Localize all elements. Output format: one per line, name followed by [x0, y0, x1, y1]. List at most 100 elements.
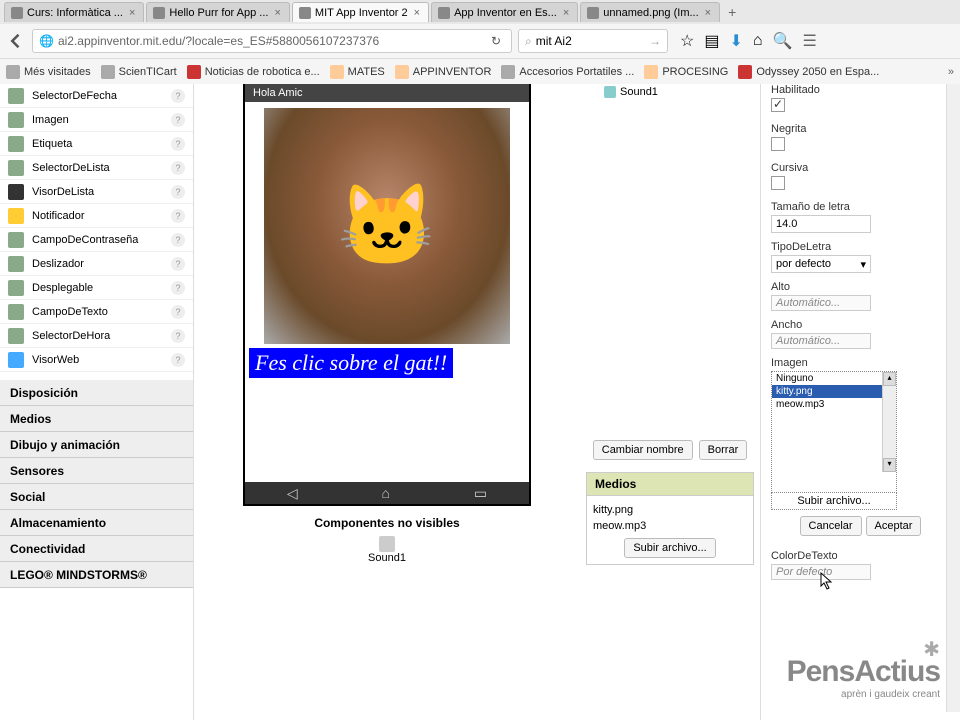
palette-cat-disposicion[interactable]: Disposición [0, 380, 193, 406]
browser-tab-4[interactable]: unnamed.png (Im...× [580, 2, 720, 22]
palette-item-selectordelista[interactable]: SelectorDeLista? [0, 156, 193, 180]
prop-typeface-select[interactable]: por defecto▾ [771, 255, 871, 273]
browser-tab-0[interactable]: Curs: Informàtica ...× [4, 2, 144, 22]
refresh-icon[interactable]: ↻ [487, 34, 505, 48]
palette-cat-dibujo[interactable]: Dibujo y animación [0, 432, 193, 458]
scroll-up-icon[interactable]: ▴ [883, 372, 896, 386]
palette-item-desplegable[interactable]: Desplegable? [0, 276, 193, 300]
browser-tab-3[interactable]: App Inventor en Es...× [431, 2, 578, 22]
prop-enabled-checkbox[interactable] [771, 98, 785, 112]
bookmark-1[interactable]: ScienTICart [101, 65, 177, 79]
palette-item-visordelista[interactable]: VisorDeLista? [0, 180, 193, 204]
help-icon[interactable]: ? [171, 161, 185, 175]
help-icon[interactable]: ? [171, 185, 185, 199]
bookmark-7[interactable]: Odyssey 2050 en Espa... [738, 65, 879, 79]
delete-button[interactable]: Borrar [699, 440, 748, 460]
palette-cat-social[interactable]: Social [0, 484, 193, 510]
star-icon[interactable]: ☆ [680, 31, 694, 51]
close-icon[interactable]: × [412, 7, 422, 19]
palette-item-imagen[interactable]: Imagen? [0, 108, 193, 132]
asset-scrollbar[interactable]: ▴ ▾ [882, 372, 896, 472]
bookmark-icon [6, 65, 20, 79]
bookmark-label: ScienTICart [119, 66, 177, 78]
palette-item-notificador[interactable]: Notificador? [0, 204, 193, 228]
palette-item-selectordefecha[interactable]: SelectorDeFecha? [0, 84, 193, 108]
bookmark-0[interactable]: Més visitades [6, 65, 91, 79]
palette-cat-sensores[interactable]: Sensores [0, 458, 193, 484]
sound-component[interactable]: Sound1 [214, 536, 560, 564]
help-icon[interactable]: ? [171, 209, 185, 223]
palette-cat-almacenamiento[interactable]: Almacenamiento [0, 510, 193, 536]
bookmark-6[interactable]: PROCESING [644, 65, 728, 79]
media-item-0[interactable]: kitty.png [593, 502, 747, 518]
palette-item-selectordehora[interactable]: SelectorDeHora? [0, 324, 193, 348]
caption-label[interactable]: Fes clic sobre el gat!! [249, 348, 453, 378]
prop-width-value[interactable]: Automático... [771, 333, 871, 349]
upload-media-button[interactable]: Subir archivo... [624, 538, 715, 558]
palette-cat-conectividad[interactable]: Conectividad [0, 536, 193, 562]
palette-item-deslizador[interactable]: Deslizador? [0, 252, 193, 276]
palette-cat-medios[interactable]: Medios [0, 406, 193, 432]
media-item-1[interactable]: meow.mp3 [593, 518, 747, 534]
asset-ok-button[interactable]: Aceptar [866, 516, 922, 536]
prop-textcolor-label: ColorDeTexto [771, 550, 950, 562]
nav-row: 🌐 ai2.appinventor.mit.edu/?locale=es_ES#… [0, 24, 960, 58]
palette-item-campodetexte[interactable]: CampoDeTexto? [0, 300, 193, 324]
browser-tab-2[interactable]: MIT App Inventor 2× [292, 2, 429, 22]
category-label: Medios [10, 412, 51, 426]
help-icon[interactable]: ? [171, 305, 185, 319]
reader-icon[interactable]: ▤ [704, 31, 719, 51]
cat-image[interactable]: 🐱 [264, 108, 510, 344]
bookmark-5[interactable]: Accesorios Portatiles ... [501, 65, 634, 79]
close-icon[interactable]: × [561, 7, 571, 19]
help-icon[interactable]: ? [171, 281, 185, 295]
phone-screen[interactable]: 🐱 Fes clic sobre el gat!! [245, 102, 529, 482]
close-icon[interactable]: × [127, 7, 137, 19]
bookmark-4[interactable]: APPINVENTOR [395, 65, 492, 79]
prop-textcolor-value[interactable]: Por defecto [771, 564, 871, 580]
scroll-down-icon[interactable]: ▾ [883, 458, 896, 472]
bookmark-label: Noticias de robotica e... [205, 66, 320, 78]
component-tree-sound1[interactable]: Sound1 [586, 84, 754, 100]
help-icon[interactable]: ? [171, 353, 185, 367]
phone-preview: Hola Amic 🐱 Fes clic sobre el gat!! ◁ ⌂ … [243, 84, 531, 506]
close-icon[interactable]: × [272, 7, 282, 19]
asset-list[interactable]: Ninguno kitty.png meow.mp3 [772, 372, 896, 492]
search-bar[interactable]: ⌕ mit Ai2 → [518, 29, 668, 53]
page-scrollbar[interactable] [946, 84, 960, 712]
help-icon[interactable]: ? [171, 137, 185, 151]
new-tab-button[interactable]: + [722, 4, 742, 20]
asset-option-kitty[interactable]: kitty.png [772, 385, 896, 398]
help-icon[interactable]: ? [171, 89, 185, 103]
asset-upload-button[interactable]: Subir archivo... [797, 495, 870, 507]
help-icon[interactable]: ? [171, 329, 185, 343]
back-button[interactable] [6, 31, 26, 51]
prop-bold-checkbox[interactable] [771, 137, 785, 151]
close-icon[interactable]: × [703, 7, 713, 19]
menu-icon[interactable]: ☰ [802, 31, 816, 51]
bookmark-2[interactable]: Noticias de robotica e... [187, 65, 320, 79]
url-bar[interactable]: 🌐 ai2.appinventor.mit.edu/?locale=es_ES#… [32, 29, 512, 53]
prop-height-value[interactable]: Automático... [771, 295, 871, 311]
asset-option-meow[interactable]: meow.mp3 [772, 398, 896, 411]
asset-option-none[interactable]: Ninguno [772, 372, 896, 385]
search-icon[interactable]: 🔍 [773, 31, 793, 51]
prop-fontsize-input[interactable] [771, 215, 871, 233]
search-go-icon[interactable]: → [649, 34, 661, 48]
home-icon[interactable]: ⌂ [753, 32, 763, 50]
palette-item-visorweb[interactable]: VisorWeb? [0, 348, 193, 372]
browser-tab-1[interactable]: Hello Purr for App ...× [146, 2, 289, 22]
palette-item-campodecontrasena[interactable]: CampoDeContraseña? [0, 228, 193, 252]
prop-italic-checkbox[interactable] [771, 176, 785, 190]
palette-item-label: CampoDeContraseña [32, 234, 138, 246]
rename-button[interactable]: Cambiar nombre [593, 440, 693, 460]
asset-cancel-button[interactable]: Cancelar [800, 516, 862, 536]
help-icon[interactable]: ? [171, 113, 185, 127]
palette-cat-lego[interactable]: LEGO® MINDSTORMS® [0, 562, 193, 588]
bookmark-3[interactable]: MATES [330, 65, 385, 79]
download-icon[interactable]: ⬇ [729, 31, 742, 51]
help-icon[interactable]: ? [171, 257, 185, 271]
bookmarks-overflow-icon[interactable]: » [948, 66, 954, 78]
help-icon[interactable]: ? [171, 233, 185, 247]
palette-item-etiqueta[interactable]: Etiqueta? [0, 132, 193, 156]
